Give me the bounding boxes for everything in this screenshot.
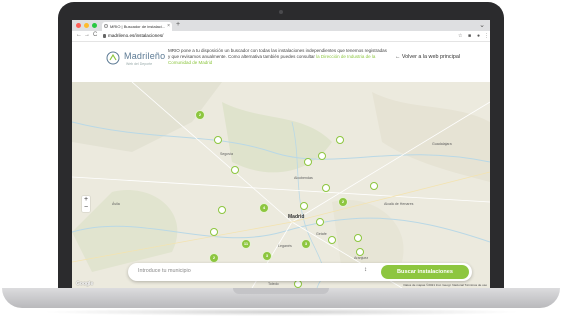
tab-title: MRIO | Buscador de instalaci... <box>110 24 166 29</box>
map-attribution[interactable]: Datos de mapas ©2021 Inst. Geogr. Nacion… <box>403 283 487 287</box>
bookmark-star-icon[interactable]: ☆ <box>458 33 462 39</box>
place-label: Guadalajara <box>432 142 452 146</box>
map-marker[interactable] <box>336 136 344 144</box>
reload-button[interactable]: C <box>93 32 97 38</box>
map-marker[interactable] <box>231 166 239 174</box>
logo-text[interactable]: Madrileño <box>124 51 165 61</box>
zoom-in-button[interactable]: + <box>82 196 90 204</box>
search-button[interactable]: Buscar instalaciones <box>381 265 469 279</box>
search-bar: Introduce tu municipio ↕ Buscar instalac… <box>128 263 472 281</box>
browser-toolbar: ← → C madrileno.es/instalaciones/ ☆ ■ ● … <box>72 31 490 42</box>
new-tab-button[interactable]: + <box>176 21 180 28</box>
place-label: Toledo <box>268 282 279 286</box>
map-marker[interactable] <box>370 182 378 190</box>
favicon-icon <box>104 24 108 28</box>
camera-icon <box>279 10 283 14</box>
browser-menu-icon[interactable]: ⋮ <box>484 33 489 39</box>
cluster-marker[interactable]: 2 <box>209 253 219 263</box>
laptop-lid: MRIO | Buscador de instalaci... × + ⌄ ← … <box>58 2 504 288</box>
municipality-input[interactable]: Introduce tu municipio <box>138 268 191 274</box>
map-terrain <box>72 82 490 288</box>
logo-subtitle: Web del Deporte <box>126 62 153 66</box>
place-label: Aranjuez <box>354 256 369 260</box>
place-label: Leganés <box>278 244 292 248</box>
maximize-window-button[interactable] <box>92 23 97 28</box>
logo-icon[interactable] <box>106 51 120 65</box>
dropdown-arrow-icon[interactable]: ↕ <box>364 267 367 273</box>
map-marker[interactable] <box>316 218 324 226</box>
info-paragraph: MRIO pone a tu disposición un buscador c… <box>168 48 390 66</box>
place-label: Madrid <box>288 214 305 220</box>
browser-tab[interactable]: MRIO | Buscador de instalaci... × <box>102 22 172 31</box>
laptop-screen: MRIO | Buscador de instalaci... × + ⌄ ← … <box>72 20 490 288</box>
address-bar[interactable]: madrileno.es/instalaciones/ <box>108 33 163 38</box>
extension-icon[interactable]: ■ <box>468 33 471 39</box>
tab-menu-icon[interactable]: ⌄ <box>479 21 485 29</box>
cluster-marker[interactable]: 4 <box>259 203 269 213</box>
place-label: Getafe <box>316 232 327 236</box>
map-marker[interactable] <box>322 184 330 192</box>
cluster-marker[interactable]: 3 <box>262 251 272 261</box>
browser-tab-bar: MRIO | Buscador de instalaci... × + ⌄ <box>72 20 490 31</box>
map-marker[interactable] <box>318 152 326 160</box>
site-header: Madrileño Web del Deporte MRIO pone a tu… <box>72 42 490 82</box>
cluster-marker[interactable]: 3 <box>301 239 311 249</box>
minimize-window-button[interactable] <box>84 23 89 28</box>
cluster-marker[interactable]: 11 <box>241 239 251 249</box>
tab-close-icon[interactable]: × <box>167 22 170 31</box>
place-label: Segovia <box>220 152 233 156</box>
map-marker[interactable] <box>300 202 308 210</box>
map-marker[interactable] <box>294 280 302 288</box>
map-marker[interactable] <box>210 228 218 236</box>
close-window-button[interactable] <box>76 23 81 28</box>
map[interactable]: Guadalajara Alcobendas Madrid Getafe Alc… <box>72 82 490 288</box>
cluster-marker[interactable]: 2 <box>338 197 348 207</box>
zoom-control: + − <box>82 196 90 212</box>
google-logo: Google <box>76 281 94 287</box>
map-marker[interactable] <box>328 236 336 244</box>
place-label: Alcobendas <box>294 176 313 180</box>
laptop-notch <box>233 288 329 294</box>
window-controls <box>76 23 97 28</box>
place-label: Ávila <box>112 202 120 206</box>
profile-icon[interactable]: ● <box>477 33 480 39</box>
map-marker[interactable] <box>218 206 226 214</box>
map-marker[interactable] <box>214 136 222 144</box>
map-marker[interactable] <box>356 248 364 256</box>
map-marker[interactable] <box>304 158 312 166</box>
forward-button[interactable]: → <box>84 32 90 38</box>
laptop-shadow <box>40 308 522 316</box>
cluster-marker[interactable]: 2 <box>195 110 205 120</box>
map-marker[interactable] <box>354 234 362 242</box>
place-label: Alcalá de Henares <box>384 202 414 206</box>
back-button[interactable]: ← <box>76 32 82 38</box>
lock-icon <box>103 34 106 38</box>
back-to-main-link[interactable]: ← Volver a la web principal <box>395 54 460 60</box>
zoom-out-button[interactable]: − <box>82 204 90 212</box>
